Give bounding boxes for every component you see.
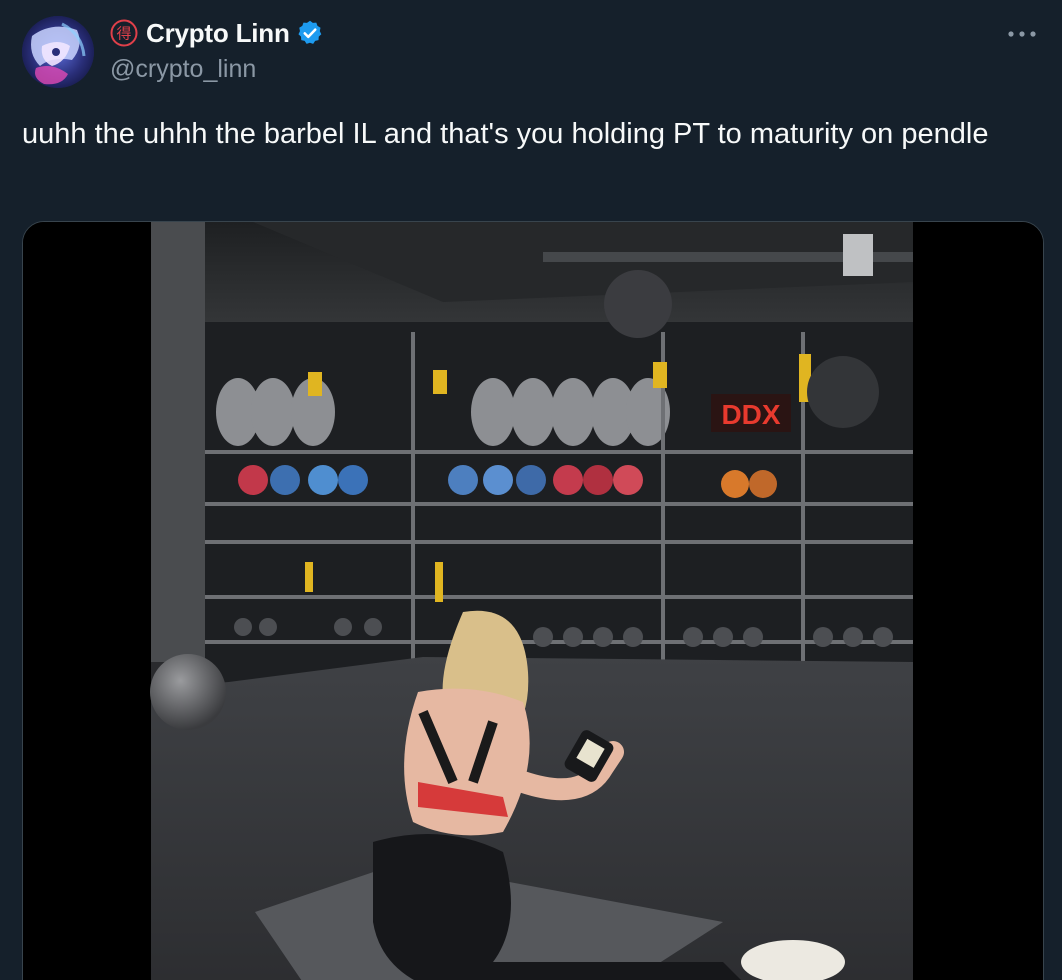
video-player[interactable]: DDX <box>22 221 1044 980</box>
tweet-text: uuhh the uhhh the barbel IL and that's y… <box>22 118 989 150</box>
more-options-button[interactable] <box>1002 18 1042 50</box>
tweet-card: 得 Crypto Linn @crypto_linn uuhh the uhhh… <box>0 0 1062 980</box>
avatar[interactable] <box>22 16 94 88</box>
seal-stamp-icon: 得 <box>110 19 138 47</box>
user-handle[interactable]: @crypto_linn <box>110 52 324 86</box>
more-options-icon <box>1008 31 1036 37</box>
video-frame: DDX <box>23 222 1043 980</box>
tweet-header: 得 Crypto Linn @crypto_linn <box>110 14 324 86</box>
display-name[interactable]: Crypto Linn <box>146 18 290 49</box>
name-row: 得 Crypto Linn <box>110 14 324 52</box>
avatar-image <box>22 16 94 88</box>
seal-char: 得 <box>116 25 131 43</box>
verified-badge-icon[interactable] <box>296 19 324 47</box>
gym-sign: DDX <box>721 399 780 430</box>
